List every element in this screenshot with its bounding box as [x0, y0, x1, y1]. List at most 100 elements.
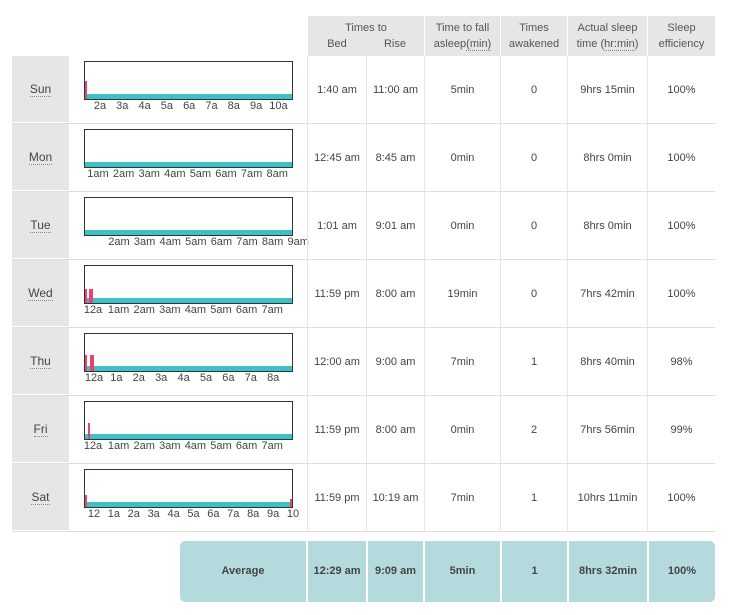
tick-label: 6a [183, 100, 196, 112]
times-awakened-cell: 1 [530, 492, 538, 504]
day-label-text: Sun [29, 82, 52, 97]
bed-time-cell: 11:59 pm [314, 288, 360, 300]
efficiency-cell: 99% [670, 424, 693, 436]
awake-mark [88, 423, 90, 439]
tick-label: 7am [236, 236, 258, 248]
header-awakened-line1: Times [519, 22, 549, 34]
rise-time-cell: 8:00 am [375, 424, 416, 436]
tick-label: 5am [210, 440, 232, 452]
timeline-ticks: 2a 3a 4a 5a 6a 7a 8a 9a 10a [12, 100, 308, 114]
table-row-sat: Sat 12 1a 2a 3a 4a 5a 6a 7a 8a 9a 10 11:59 pm 10:19 a… [12, 464, 715, 532]
bed-time-cell: 12:00 am [314, 356, 360, 368]
fall-asleep-cell: 0min [450, 220, 475, 232]
header-eff-line1: Sleep [667, 22, 696, 34]
tick-label: 8a [227, 100, 240, 112]
tick-label: 4am [184, 304, 207, 316]
tick-label: 6am [235, 304, 258, 316]
bed-time-cell: 1:40 am [317, 84, 357, 96]
tick-label: 6am [215, 168, 237, 180]
tick-label: 2a [93, 100, 107, 112]
rise-time-cell: 10:19 am [372, 492, 419, 504]
sleep-timeline-chart [84, 129, 293, 168]
actual-sleep-cell: 7hrs 42min [580, 288, 635, 300]
average-bed: 12:29 am [313, 565, 361, 577]
tick-label: 1am [107, 304, 130, 316]
table-row-mon: Mon 1am 2am 3am 4am 5am 6am 7am 8am 12:45 am 8:45 … [12, 124, 715, 192]
header-actual-line2: time (hr:min) [568, 36, 647, 52]
actual-sleep-cell: 8hrs 40min [580, 356, 635, 368]
awake-mark [85, 495, 87, 507]
rise-time-cell: 9:01 am [375, 220, 416, 232]
header-fall-asleep-unit: (min) [466, 38, 492, 51]
rise-time-cell: 11:00 am [372, 84, 419, 96]
header-fall-asleep-word: asleep [433, 38, 467, 50]
tick-label: 8am [266, 168, 288, 180]
awake-mark [89, 289, 93, 303]
tick-label: 5a [199, 372, 213, 384]
sleep-timeline-chart [84, 61, 293, 100]
tick-label: 2am [133, 304, 155, 316]
header-bed: Bed [327, 38, 347, 50]
bed-time-cell: 11:59 pm [314, 424, 360, 436]
bed-time-cell: 11:59 pm [314, 492, 360, 504]
tick-label: 7a [205, 100, 218, 112]
tick-label: 2am [133, 440, 155, 452]
tick-label: 12 [87, 508, 101, 520]
tick-label: 6a [207, 508, 220, 520]
tick-label: 10 [286, 508, 300, 520]
efficiency-cell: 98% [670, 356, 693, 368]
header-eff-line2: efficiency [658, 38, 705, 50]
tick-label: 12a [83, 304, 103, 316]
tick-label: 12a [83, 440, 103, 452]
timeline-ticks: 1am 2am 3am 4am 5am 6am 7am 8am [12, 168, 308, 182]
header-actual-close: ) [634, 38, 639, 50]
times-awakened-cell: 0 [530, 152, 538, 164]
asleep-bar [85, 162, 292, 167]
tick-label: 3a [147, 508, 160, 520]
tick-label: 7am [240, 168, 263, 180]
tick-label: 6a [222, 372, 235, 384]
tick-label: 3am [159, 304, 181, 316]
tick-label: 6am [235, 440, 258, 452]
header-actual-word: time ( [576, 38, 605, 50]
fall-asleep-cell: 19min [447, 288, 478, 300]
tick-label: 4am [184, 440, 207, 452]
actual-sleep-cell: 10hrs 11min [577, 492, 638, 504]
efficiency-cell: 100% [667, 84, 696, 96]
tick-label: 4am [159, 236, 181, 248]
sleep-timeline-chart [84, 401, 293, 440]
rise-time-cell: 8:00 am [375, 288, 416, 300]
fall-asleep-cell: 7min [450, 492, 475, 504]
tick-label: 8a [247, 508, 260, 520]
actual-sleep-cell: 8hrs 0min [583, 152, 632, 164]
efficiency-cell: 100% [667, 220, 696, 232]
rise-time-cell: 9:00 am [375, 356, 416, 368]
tick-label: 7am [261, 440, 283, 452]
tick-label: 3am [133, 236, 156, 248]
timeline-ticks: 2am 3am 4am 5am 6am 7am 8am 9am [12, 236, 309, 250]
rise-time-cell: 8:45 am [375, 152, 416, 164]
actual-sleep-cell: 9hrs 15min [580, 84, 635, 96]
sleep-timeline-chart [84, 265, 293, 304]
awake-mark [85, 355, 87, 371]
tick-label: 5a [187, 508, 200, 520]
tick-label: 6am [210, 236, 233, 248]
tick-label: 4am [164, 168, 186, 180]
fall-asleep-cell: 0min [450, 424, 475, 436]
tick-label: 2a [127, 508, 140, 520]
tick-label: 7a [244, 372, 257, 384]
awake-mark [85, 289, 87, 303]
average-awakened: 1 [531, 565, 538, 577]
header-actual-sleep: Actual sleep time (hr:min) [568, 16, 647, 56]
day-label-text: Sat [31, 490, 50, 505]
bed-time-cell: 12:45 am [314, 152, 360, 164]
day-label-text: Tue [30, 218, 51, 233]
table-row-fri: Fri 12a 1am 2am 3am 4am 5am 6am 7am 11:59 pm 8:00 … [12, 396, 715, 464]
sleep-timeline-chart [84, 469, 293, 508]
times-awakened-cell: 2 [530, 424, 538, 436]
tick-label: 9a [266, 508, 280, 520]
tick-label: 5am [185, 236, 207, 248]
times-awakened-cell: 0 [530, 288, 538, 300]
average-efficiency: 100% [667, 565, 697, 577]
header-actual-unit: hr:min [604, 38, 635, 51]
